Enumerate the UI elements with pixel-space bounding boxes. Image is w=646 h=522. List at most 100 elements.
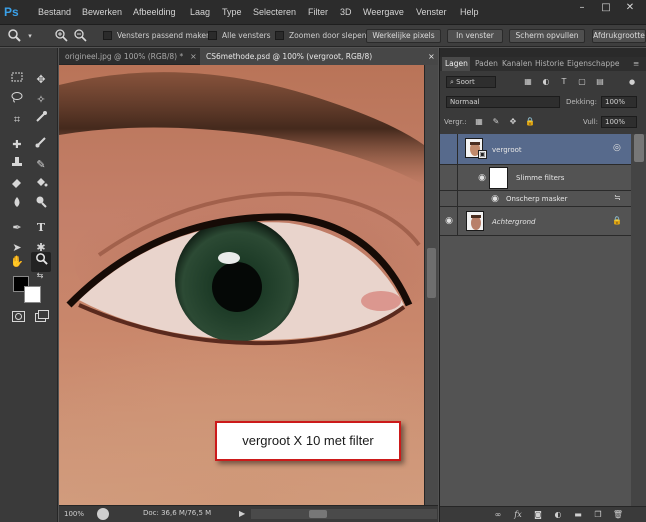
trash-icon[interactable]: 🗑: [612, 509, 624, 521]
scrollbar-thumb[interactable]: [309, 510, 327, 518]
fit-screen-button[interactable]: In venster: [447, 29, 503, 43]
tab-historie[interactable]: Historie: [532, 57, 564, 71]
status-menu-arrow-icon[interactable]: ▶: [239, 509, 245, 518]
menu-bewerken[interactable]: Bewerken: [82, 7, 122, 17]
tab-origineel[interactable]: origineel.jpg @ 100% (RGB/8) * ×: [59, 48, 199, 65]
zoom-tool-icon[interactable]: [31, 252, 51, 272]
dodge-tool-icon[interactable]: [31, 195, 51, 215]
pen-tool-icon[interactable]: ✒: [7, 218, 27, 238]
add-mask-icon[interactable]: ◙: [532, 509, 544, 521]
lock-transparency-icon[interactable]: ▦: [473, 116, 485, 128]
menu-selecteren[interactable]: Selecteren: [253, 7, 296, 17]
menu-venster[interactable]: Venster: [416, 7, 447, 17]
quick-mask-icon[interactable]: [8, 310, 28, 330]
menu-3d[interactable]: 3D: [340, 7, 352, 17]
history-brush-tool-icon[interactable]: ✎: [31, 155, 51, 175]
filter-blending-options-icon[interactable]: ≒: [614, 193, 621, 202]
close-button[interactable]: ✕: [620, 1, 640, 15]
layer-name[interactable]: vergroot: [492, 146, 522, 154]
print-size-button[interactable]: Afdrukgrootte: [592, 29, 646, 43]
tab-close-icon[interactable]: ×: [428, 48, 435, 65]
visibility-cell[interactable]: [440, 191, 458, 206]
tab-lagen[interactable]: Lagen: [442, 57, 470, 71]
lock-all-icon[interactable]: 🔒: [524, 116, 536, 128]
type-filter-icon[interactable]: T: [558, 76, 570, 88]
pixel-filter-icon[interactable]: ▦: [522, 76, 534, 88]
zoom-in-icon[interactable]: [53, 28, 69, 44]
new-group-icon[interactable]: ▬: [572, 509, 584, 521]
fill-field[interactable]: 100%: [601, 116, 637, 128]
panel-menu-icon[interactable]: ≡: [633, 57, 645, 71]
tab-close-icon[interactable]: ×: [190, 48, 197, 65]
adjustment-layer-icon[interactable]: ◐: [552, 509, 564, 521]
opacity-field[interactable]: 100%: [601, 96, 637, 108]
crop-tool-icon[interactable]: ⌗: [7, 110, 27, 130]
layers-vertical-scrollbar[interactable]: [631, 134, 646, 512]
filter-toggle-icon[interactable]: ●: [626, 76, 638, 88]
swap-colors-icon[interactable]: ⇆: [34, 270, 46, 282]
link-layers-icon[interactable]: ∞: [492, 509, 504, 521]
filter-mask-thumbnail[interactable]: [489, 167, 508, 189]
filter-row-unsharp-mask[interactable]: ◉ Onscherp masker ≒: [440, 191, 631, 207]
eye-icon[interactable]: ◉: [477, 173, 487, 183]
minimize-button[interactable]: –: [572, 1, 592, 15]
zoom-tool-icon[interactable]: [6, 28, 22, 44]
visibility-cell[interactable]: [440, 134, 458, 164]
blend-mode-select[interactable]: Normaal: [446, 96, 560, 108]
resize-windows-checkbox[interactable]: [103, 31, 112, 40]
all-windows-checkbox[interactable]: [208, 31, 217, 40]
lock-position-icon[interactable]: ✥: [507, 116, 519, 128]
restore-button[interactable]: □: [596, 1, 616, 15]
status-info-icon[interactable]: [97, 508, 109, 520]
shape-filter-icon[interactable]: ▢: [576, 76, 588, 88]
canvas-horizontal-scrollbar[interactable]: [251, 509, 437, 519]
magic-wand-tool-icon[interactable]: ✧: [31, 90, 51, 110]
stamp-tool-icon[interactable]: [7, 155, 27, 175]
move-tool-icon[interactable]: ✥: [31, 70, 51, 90]
visibility-cell[interactable]: ◉: [440, 207, 458, 235]
eye-icon[interactable]: ◉: [444, 216, 454, 226]
tab-eigenschappen[interactable]: Eigenschappe: [564, 57, 630, 71]
lock-pixels-icon[interactable]: ✎: [490, 116, 502, 128]
tab-cs6methode[interactable]: CS6methode.psd @ 100% (vergroot, RGB/8) …: [200, 48, 438, 65]
scrollbar-thumb[interactable]: [634, 134, 644, 162]
blur-tool-icon[interactable]: [7, 195, 27, 215]
fill-screen-button[interactable]: Scherm opvullen: [509, 29, 585, 43]
background-color-swatch[interactable]: [24, 286, 41, 303]
menu-filter[interactable]: Filter: [308, 7, 328, 17]
eyedropper-tool-icon[interactable]: [31, 110, 51, 130]
paint-bucket-tool-icon[interactable]: [31, 175, 51, 195]
move-marquee-tool-icon[interactable]: [7, 70, 27, 90]
layer-row-smart-filters[interactable]: ◉ Slimme filters: [440, 165, 631, 191]
tool-preset-chevron-icon[interactable]: ▾: [22, 28, 38, 44]
type-tool-icon[interactable]: T: [31, 218, 51, 238]
visibility-cell[interactable]: [440, 165, 458, 190]
layer-name[interactable]: Achtergrond: [492, 218, 536, 226]
zoom-level-field[interactable]: 100%: [61, 508, 93, 520]
menu-bestand[interactable]: Bestand: [38, 7, 71, 17]
spot-healing-tool-icon[interactable]: ✚: [7, 135, 27, 155]
menu-laag[interactable]: Laag: [190, 7, 210, 17]
tab-paden[interactable]: Paden: [472, 57, 498, 71]
smart-object-filter-icon[interactable]: ▤: [594, 76, 606, 88]
scrubby-zoom-checkbox[interactable]: [275, 31, 284, 40]
brush-tool-icon[interactable]: [31, 135, 51, 155]
hand-tool-icon[interactable]: ✋: [7, 252, 27, 272]
actual-pixels-button[interactable]: Werkelijke pixels: [366, 29, 441, 43]
lasso-tool-icon[interactable]: [7, 90, 27, 110]
screen-mode-icon[interactable]: [32, 310, 52, 330]
canvas-vertical-scrollbar[interactable]: [424, 65, 438, 505]
menu-type[interactable]: Type: [222, 7, 242, 17]
layer-style-icon[interactable]: fx: [512, 509, 524, 521]
scrollbar-thumb[interactable]: [427, 248, 436, 298]
layer-row-vergroot[interactable]: ▣ vergroot ◎: [440, 134, 631, 165]
menu-afbeelding[interactable]: Afbeelding: [133, 7, 176, 17]
tab-kanalen[interactable]: Kanalen: [499, 57, 532, 71]
smart-filter-indicator-icon[interactable]: ◎: [613, 143, 621, 153]
new-layer-icon[interactable]: ❐: [592, 509, 604, 521]
layer-row-achtergrond[interactable]: ◉ Achtergrond 🔒: [440, 207, 631, 236]
eye-icon[interactable]: ◉: [490, 194, 500, 204]
menu-help[interactable]: Help: [460, 7, 479, 17]
zoom-out-icon[interactable]: [72, 28, 88, 44]
adjustment-filter-icon[interactable]: ◐: [540, 76, 552, 88]
